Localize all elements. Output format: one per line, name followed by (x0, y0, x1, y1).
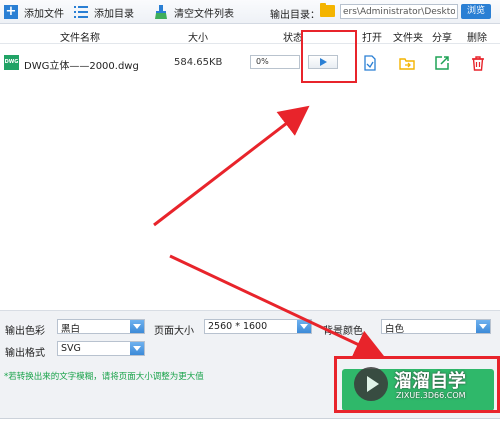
progress-bar: 0% (250, 55, 300, 69)
window-bottom-edge (0, 418, 500, 423)
folder-icon[interactable] (320, 3, 335, 17)
column-status: 状态 (283, 33, 303, 44)
column-size: 大小 (188, 33, 208, 44)
output-format-label: 输出格式 (5, 348, 45, 359)
column-open: 打开 (362, 33, 382, 44)
table-row[interactable]: DWG DWG立体——2000.dwg 584.65KB 0% (0, 50, 500, 76)
plus-icon: + (4, 4, 18, 19)
share-icon[interactable] (434, 55, 450, 71)
highlight-box-play (301, 30, 357, 83)
add-file-button[interactable]: + 添加文件 (4, 4, 64, 20)
output-format-value: SVG (61, 343, 81, 354)
hint-text: *若转换出来的文字模糊，请将页面大小调整为更大值 (4, 372, 204, 382)
add-file-label: 添加文件 (24, 8, 64, 20)
browse-button[interactable]: 浏览 (461, 4, 491, 19)
page-size-value: 2560 * 1600 (208, 321, 268, 332)
watermark: 溜溜自学 ZIXUE.3D66.COM (354, 365, 494, 405)
document-icon[interactable] (362, 55, 378, 71)
output-format-select[interactable]: SVG (57, 341, 145, 356)
column-share: 分享 (432, 33, 452, 44)
broom-icon (155, 5, 167, 19)
watermark-logo-icon (354, 367, 388, 401)
add-directory-label: 添加目录 (94, 8, 134, 20)
trash-icon[interactable] (470, 55, 486, 71)
file-size: 584.65KB (174, 57, 223, 68)
add-directory-button[interactable]: 添加目录 (74, 4, 134, 20)
chevron-down-icon (130, 320, 144, 333)
output-color-value: 黑白 (61, 324, 81, 335)
toolbar: + 添加文件 添加目录 清空文件列表 输出目录： 浏览 (0, 0, 500, 24)
progress-text: 0% (256, 57, 269, 66)
chevron-down-icon (130, 342, 144, 355)
bg-color-value: 白色 (385, 324, 405, 335)
output-color-label: 输出色彩 (5, 326, 45, 337)
bg-color-label: 背景颜色 (323, 326, 363, 337)
watermark-subtitle: ZIXUE.3D66.COM (396, 391, 466, 400)
clear-list-label: 清空文件列表 (174, 8, 234, 20)
file-name: DWG立体——2000.dwg (24, 61, 139, 72)
column-name: 文件名称 (60, 33, 100, 44)
file-list-header: 文件名称 大小 状态 打开 文件夹 分享 删除 (0, 24, 500, 44)
list-icon (74, 6, 88, 18)
output-dir-input[interactable] (340, 4, 458, 19)
chevron-down-icon (476, 320, 490, 333)
bg-color-select[interactable]: 白色 (381, 319, 491, 335)
page-size-select[interactable]: 2560 * 1600 (204, 319, 312, 334)
file-list (0, 45, 500, 309)
column-folder: 文件夹 (393, 33, 423, 44)
clear-list-button[interactable]: 清空文件列表 (154, 4, 234, 20)
column-delete: 删除 (467, 33, 487, 44)
dwg-file-icon: DWG (4, 55, 19, 70)
page-size-label: 页面大小 (154, 326, 194, 337)
chevron-down-icon (297, 320, 311, 333)
folder-arrow-icon[interactable] (399, 55, 415, 71)
output-dir-label: 输出目录： (270, 10, 320, 21)
output-color-select[interactable]: 黑白 (57, 319, 145, 335)
watermark-title: 溜溜自学 (394, 371, 466, 392)
